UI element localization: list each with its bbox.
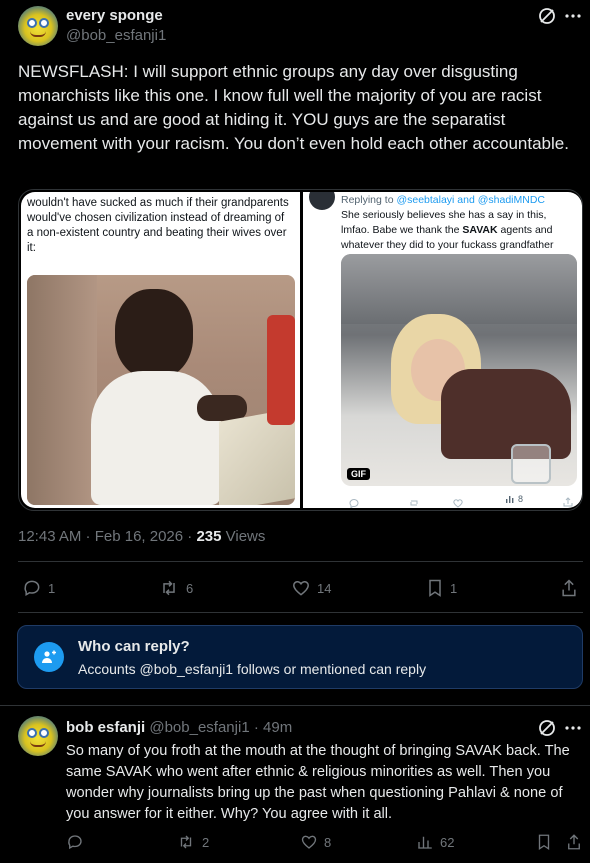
share-icon (568, 834, 580, 850)
repost-count: 6 (186, 580, 194, 596)
avatar-eye (39, 728, 49, 738)
heart-icon (301, 835, 317, 849)
views-icon (418, 836, 432, 849)
bookmark-icon (538, 834, 550, 851)
reply-text: So many of you froth at the mouth at the… (66, 743, 570, 822)
laughing-gif[interactable]: GIF (341, 254, 577, 486)
divider (18, 561, 583, 562)
views-label: Views (221, 528, 266, 545)
media-left-screenshot[interactable]: wouldn't have sucked as much if their gr… (21, 192, 300, 508)
avatar-eye (27, 728, 37, 738)
repost-button[interactable]: 6 (158, 578, 193, 598)
author-handle[interactable]: @bob_esfanji1 (66, 27, 166, 44)
reply-restriction-subtitle: Accounts @bob_esfanji1 follows or mentio… (78, 661, 427, 677)
reply-views-button[interactable]: 62 (416, 833, 454, 851)
author-avatar[interactable] (18, 6, 58, 46)
reply-button[interactable]: 1 (22, 578, 55, 598)
reply-header: bob esfanji @bob_esfanji1 · 49m (66, 719, 292, 736)
mini-views-count: 8 (518, 494, 524, 504)
avatar-mouth (30, 741, 46, 747)
bookmark-button[interactable]: 1 (426, 578, 457, 598)
mini-share-icon (563, 494, 573, 508)
reply-bookmark-button[interactable] (536, 833, 552, 851)
post-timestamp[interactable]: 12:43 AM · Feb 16, 2026 · 235 Views (18, 528, 265, 545)
reply-author-handle[interactable]: @bob_esfanji1 (149, 719, 249, 736)
divider (0, 705, 590, 706)
boy-photo (27, 275, 295, 505)
reply-restriction-title: Who can reply? (78, 638, 190, 655)
repost-icon (163, 580, 175, 596)
like-count: 14 (317, 580, 332, 596)
timestamp-text: 12:43 AM · Feb 16, 2026 · (18, 528, 197, 545)
reply-count: 1 (48, 580, 56, 596)
reply-share-button[interactable] (566, 833, 582, 851)
avatar-eye (27, 18, 37, 28)
reply-author-avatar[interactable] (18, 716, 58, 756)
reply-like-button[interactable]: 8 (300, 833, 331, 851)
reply-repost-count: 2 (202, 834, 210, 850)
reply-repost-button[interactable]: 2 (176, 833, 209, 851)
mini-repost-icon (409, 495, 419, 508)
reply-grok-icon[interactable] (537, 718, 557, 738)
replying-to: Replying to @seebtalayi and @shadiMNDC (341, 193, 545, 208)
views-count: 235 (196, 528, 222, 545)
mini-reply-icon (349, 495, 359, 508)
replying-handles: @seebtalayi and @shadiMNDC (396, 194, 546, 206)
reply-icon (24, 580, 40, 596)
reply-reply-button[interactable] (66, 833, 90, 851)
replier-avatar (309, 192, 335, 210)
mini-like-icon (453, 495, 463, 508)
reply-author-name[interactable]: bob esfanji (66, 719, 145, 736)
avatar-eye (39, 18, 49, 28)
bookmark-icon (429, 579, 441, 597)
media-left-text: wouldn't have sucked as much if their gr… (27, 197, 289, 254)
more-options-icon[interactable] (563, 6, 583, 26)
gif-badge: GIF (347, 468, 370, 480)
heart-icon (292, 581, 310, 596)
grok-icon[interactable] (537, 6, 557, 26)
share-button[interactable] (560, 578, 578, 598)
reply-like-count: 8 (324, 834, 332, 850)
share-icon (562, 579, 576, 597)
media-right-text: She seriously believes she has a say in … (341, 208, 573, 253)
mini-views: 8 (505, 494, 523, 504)
author-name[interactable]: every sponge (66, 7, 163, 24)
media-right-screenshot[interactable]: Replying to @seebtalayi and @shadiMNDC S… (303, 192, 582, 508)
bookmark-count: 1 (450, 580, 458, 596)
like-button[interactable]: 14 (291, 578, 331, 598)
reply-time[interactable]: · 49m (254, 719, 292, 736)
mention-icon (34, 642, 64, 672)
avatar-mouth (30, 31, 46, 37)
replying-prefix: Replying to (341, 194, 397, 206)
reply-icon (68, 835, 82, 850)
repost-icon (180, 835, 192, 849)
media-right-text-bold: SAVAK (462, 224, 498, 236)
divider (18, 612, 583, 613)
reply-more-options-icon[interactable] (563, 718, 583, 738)
tweet-text: NEWSFLASH: I will support ethnic groups … (18, 62, 569, 153)
reply-restriction-banner: Who can reply? Accounts @bob_esfanji1 fo… (17, 625, 583, 689)
reply-views-count: 62 (440, 834, 455, 850)
media-container[interactable]: wouldn't have sucked as much if their gr… (18, 189, 583, 511)
